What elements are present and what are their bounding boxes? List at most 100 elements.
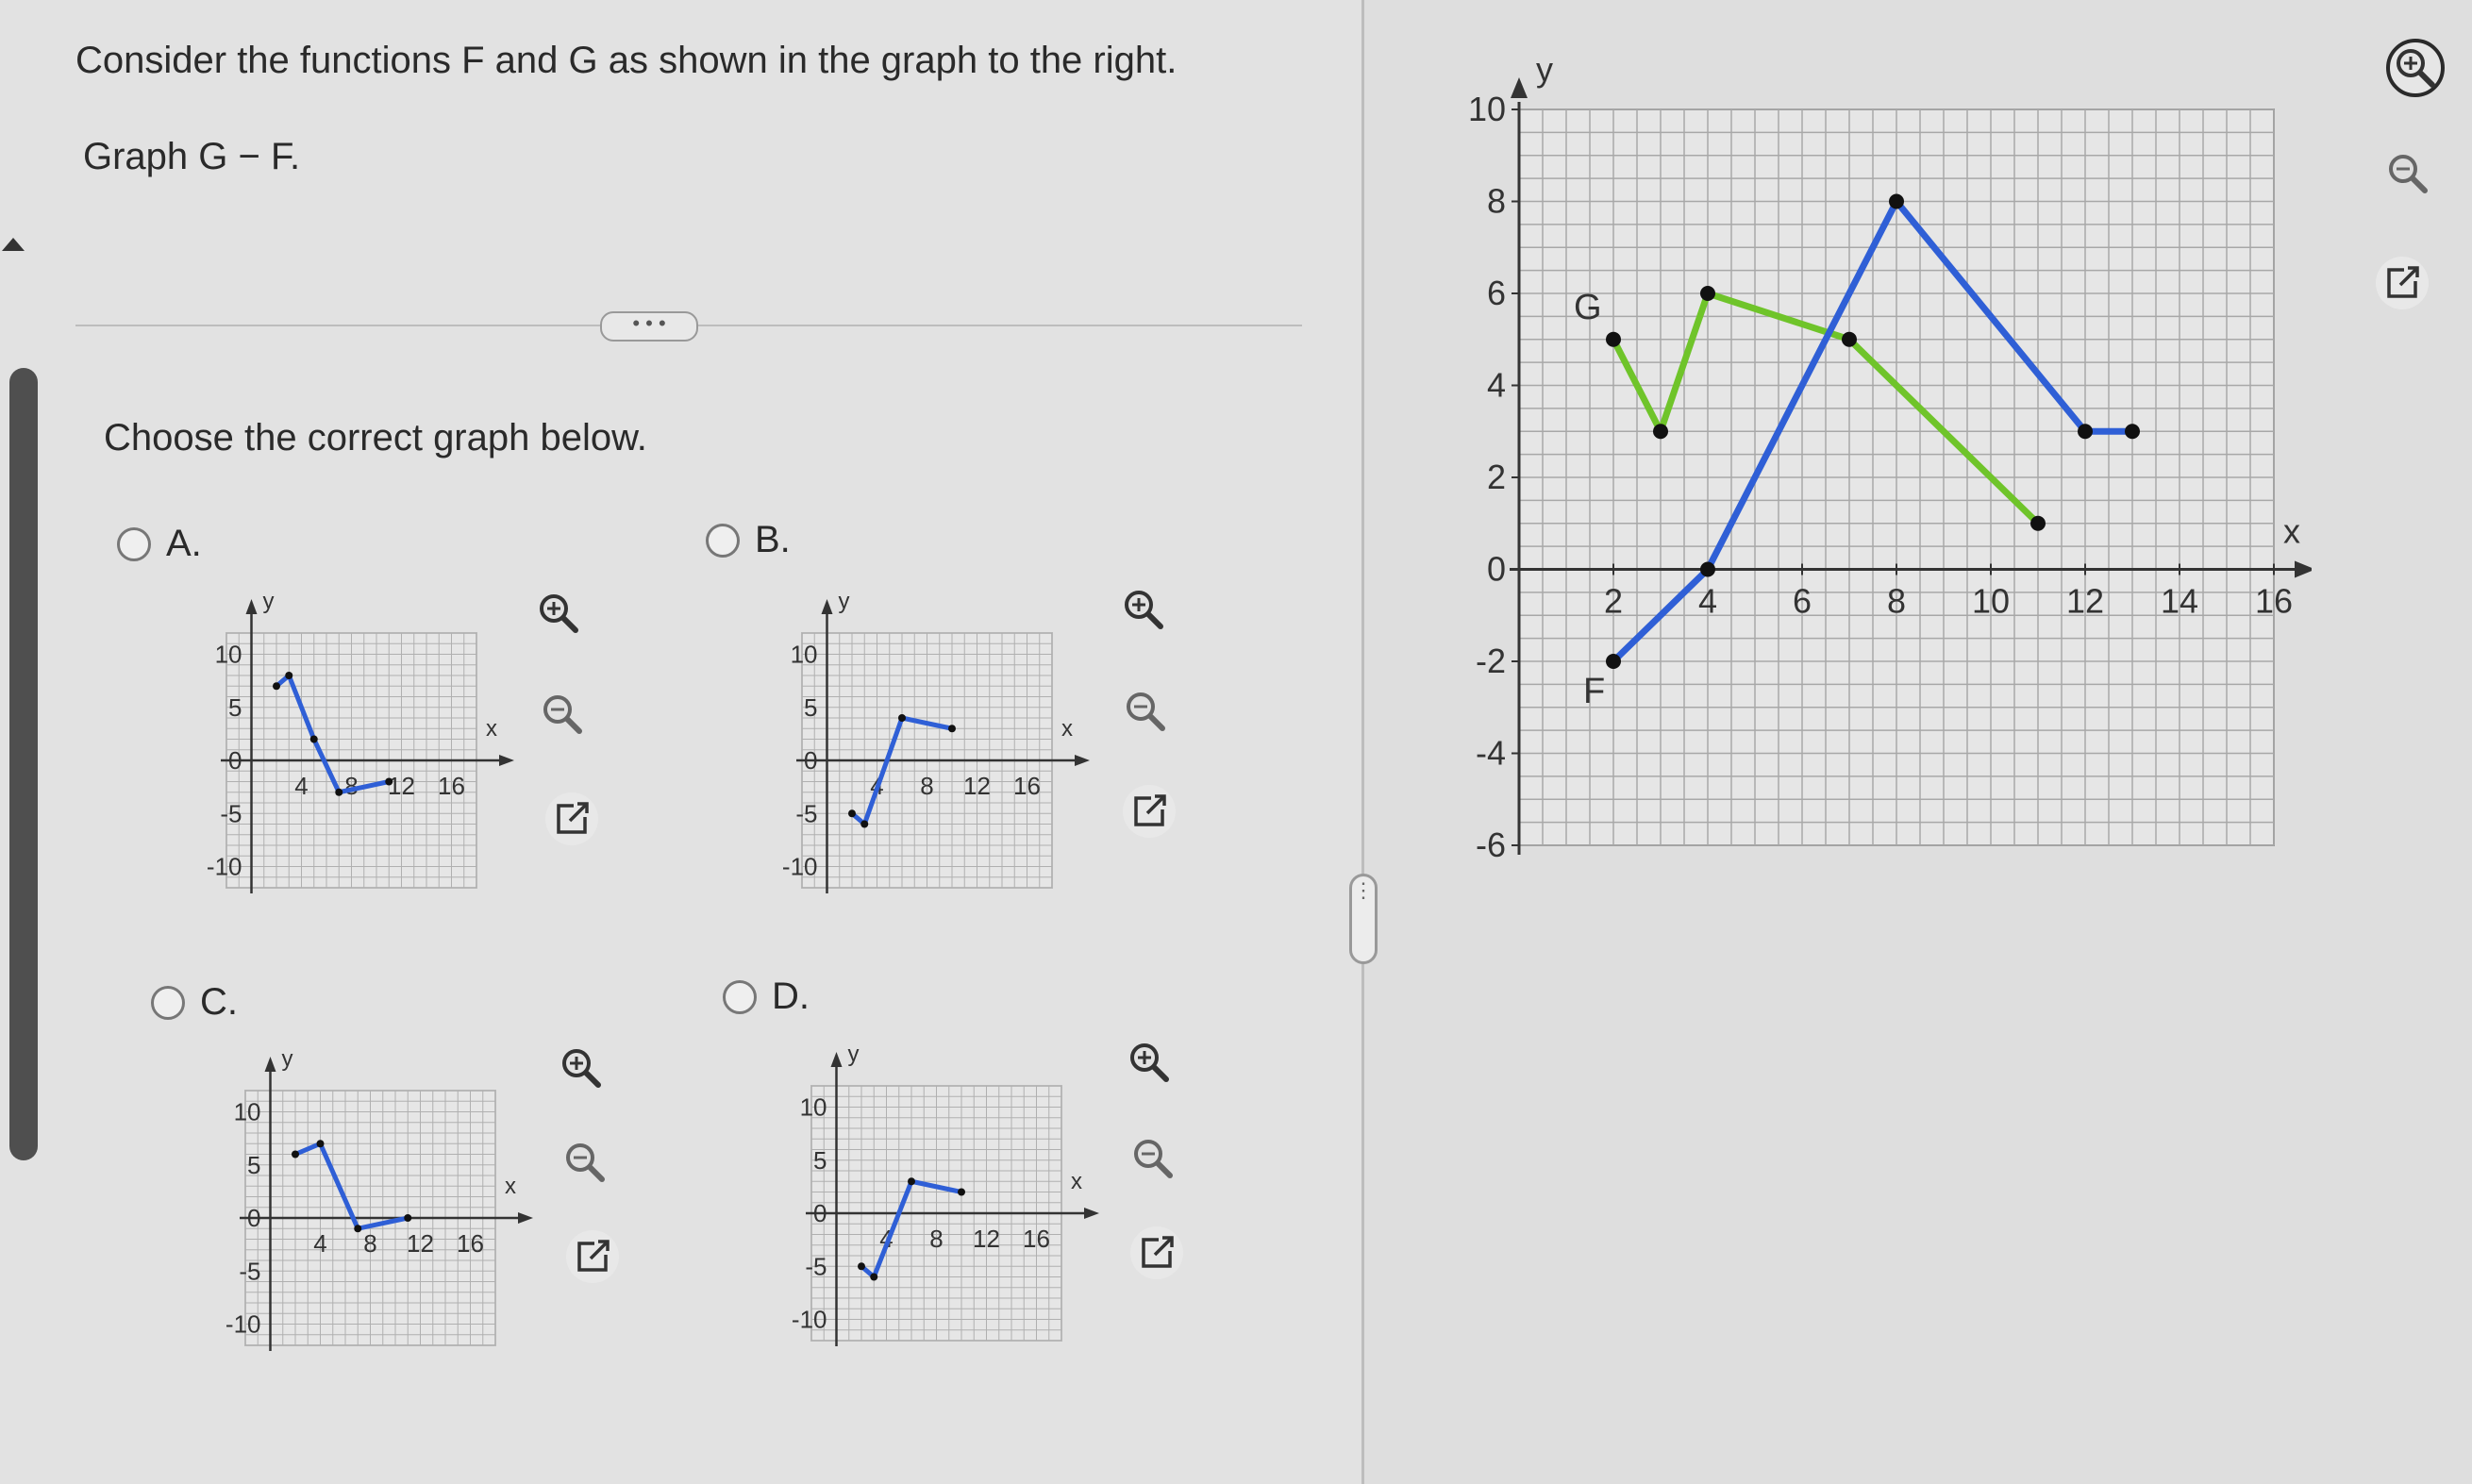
figure-zoom-in-icon[interactable] <box>2385 38 2446 98</box>
option-c-zoom-in-icon[interactable] <box>551 1038 611 1098</box>
mini-y-tick-label: 10 <box>800 1093 827 1122</box>
option-c-zoom-out-icon[interactable] <box>555 1132 615 1192</box>
mini-x-tick-label: 16 <box>1023 1225 1050 1253</box>
series-F-point <box>1700 561 1715 577</box>
more-button[interactable]: • • • <box>600 311 698 342</box>
mini-y-label: y <box>848 1042 860 1067</box>
answer-point <box>860 820 869 828</box>
series-F-point <box>1889 193 1904 209</box>
option-d-radio[interactable] <box>723 979 757 1014</box>
mini-y-tick-label: -10 <box>792 1306 827 1334</box>
x-tick-label: 6 <box>1793 582 1812 621</box>
y-tick-label: -6 <box>1476 825 1506 864</box>
option-b-zoom-out-icon[interactable] <box>1115 681 1176 742</box>
option-a-open-new-icon[interactable] <box>542 789 602 849</box>
mini-y-label: y <box>263 589 275 614</box>
option-a[interactable]: A. <box>117 523 202 565</box>
answer-point <box>309 735 318 743</box>
answer-point <box>385 777 393 786</box>
option-b-label: B. <box>755 519 791 560</box>
series-G-label: G <box>1574 288 1602 327</box>
option-a-zoom-in-icon[interactable] <box>528 583 589 643</box>
answer-point <box>285 672 293 679</box>
option-a-zoom-out-icon[interactable] <box>532 684 593 744</box>
option-a-plot: y x 10 5 0 -5 -10 4 8 12 16 <box>207 589 514 893</box>
answer-point <box>948 725 956 733</box>
mini-y-axis-arrow <box>821 599 833 614</box>
option-b-open-new-icon[interactable] <box>1119 781 1179 842</box>
series-G-point <box>1700 286 1715 301</box>
choose-instruction: Choose the correct graph below. <box>104 417 647 459</box>
series-F-point <box>2078 424 2093 440</box>
option-d-open-new-icon[interactable] <box>1127 1223 1187 1283</box>
collapse-arrow-icon[interactable] <box>2 238 25 251</box>
mini-x-axis-arrow <box>499 755 514 766</box>
option-c-radio[interactable] <box>151 985 185 1020</box>
series-G-point <box>1653 424 1668 440</box>
option-b-radio[interactable] <box>706 523 740 558</box>
series-F-point <box>2125 424 2140 440</box>
mini-y-tick-label: 5 <box>804 693 817 722</box>
mini-x-tick-label: 16 <box>457 1229 484 1258</box>
y-tick-label: -4 <box>1476 734 1506 773</box>
mini-x-tick-label: 8 <box>929 1225 943 1253</box>
option-c[interactable]: C. <box>151 981 238 1024</box>
pane-resize-handle[interactable]: ⋮ <box>1349 874 1378 964</box>
option-d-zoom-out-icon[interactable] <box>1123 1128 1183 1189</box>
mini-y-tick-label: 0 <box>228 746 242 775</box>
option-b-graph: y x 10 5 0 -5 -10 4 8 12 16 <box>727 580 1104 906</box>
mini-x-axis-arrow <box>1075 755 1090 766</box>
mini-y-tick-label: 5 <box>813 1146 827 1175</box>
mini-y-tick-label: 0 <box>247 1204 260 1232</box>
figure-zoom-out-icon[interactable] <box>2378 143 2438 204</box>
mini-y-tick-label: 10 <box>215 641 242 669</box>
mini-x-tick-label: 8 <box>920 772 933 800</box>
option-c-label: C. <box>200 981 238 1023</box>
x-axis-arrow <box>2295 560 2315 578</box>
option-c-open-new-icon[interactable] <box>562 1226 623 1287</box>
mini-y-tick-label: -10 <box>782 853 818 881</box>
x-tick-label: 2 <box>1604 582 1623 621</box>
mini-y-tick-label: -5 <box>220 799 242 827</box>
option-c-plot: y x 10 5 0 -5 -10 4 8 12 16 <box>225 1046 533 1351</box>
mini-x-tick-label: 16 <box>1013 772 1041 800</box>
answer-point <box>898 714 906 722</box>
option-d-zoom-in-icon[interactable] <box>1119 1032 1179 1092</box>
answer-point <box>335 788 343 796</box>
option-c-graph: y x 10 5 0 -5 -10 4 8 12 16 <box>170 1038 547 1363</box>
scrollbar[interactable] <box>9 368 38 1160</box>
mini-x-axis-arrow <box>1084 1208 1099 1219</box>
option-a-radio[interactable] <box>117 526 151 561</box>
answer-point <box>354 1225 362 1233</box>
mini-x-tick-label: 12 <box>388 772 415 800</box>
y-tick-label: 4 <box>1487 366 1506 405</box>
mini-y-tick-label: -10 <box>207 853 242 881</box>
mini-x-tick-label: 12 <box>973 1225 1000 1253</box>
question-prompt: Consider the functions F and G as shown … <box>75 40 1178 81</box>
figure-open-new-icon[interactable] <box>2372 253 2432 313</box>
mini-y-tick-label: -5 <box>805 1252 827 1280</box>
mini-y-axis-arrow <box>245 599 258 614</box>
answer-point <box>273 682 280 691</box>
answer-point <box>870 1273 878 1281</box>
option-d[interactable]: D. <box>723 975 810 1018</box>
mini-x-label: x <box>486 716 497 742</box>
answer-point <box>848 809 856 818</box>
series-G-point <box>1842 331 1857 347</box>
mini-x-label: x <box>1071 1169 1082 1194</box>
y-tick-label: -2 <box>1476 642 1506 680</box>
mini-x-tick-label: 16 <box>438 772 465 800</box>
mini-y-tick-label: 10 <box>791 641 818 669</box>
x-tick-label: 8 <box>1887 582 1906 621</box>
mini-x-tick-label: 4 <box>294 772 308 800</box>
option-b[interactable]: B. <box>706 519 791 561</box>
mini-x-axis-arrow <box>518 1212 533 1224</box>
answer-point <box>858 1262 865 1271</box>
option-b-zoom-in-icon[interactable] <box>1113 579 1174 640</box>
mini-x-tick-label: 12 <box>963 772 991 800</box>
mini-y-tick-label: 0 <box>813 1199 827 1227</box>
mini-x-tick-label: 8 <box>363 1229 376 1258</box>
mini-x-label: x <box>505 1174 516 1199</box>
mini-y-tick-label: 10 <box>234 1098 261 1126</box>
mini-y-tick-label: -5 <box>795 799 817 827</box>
